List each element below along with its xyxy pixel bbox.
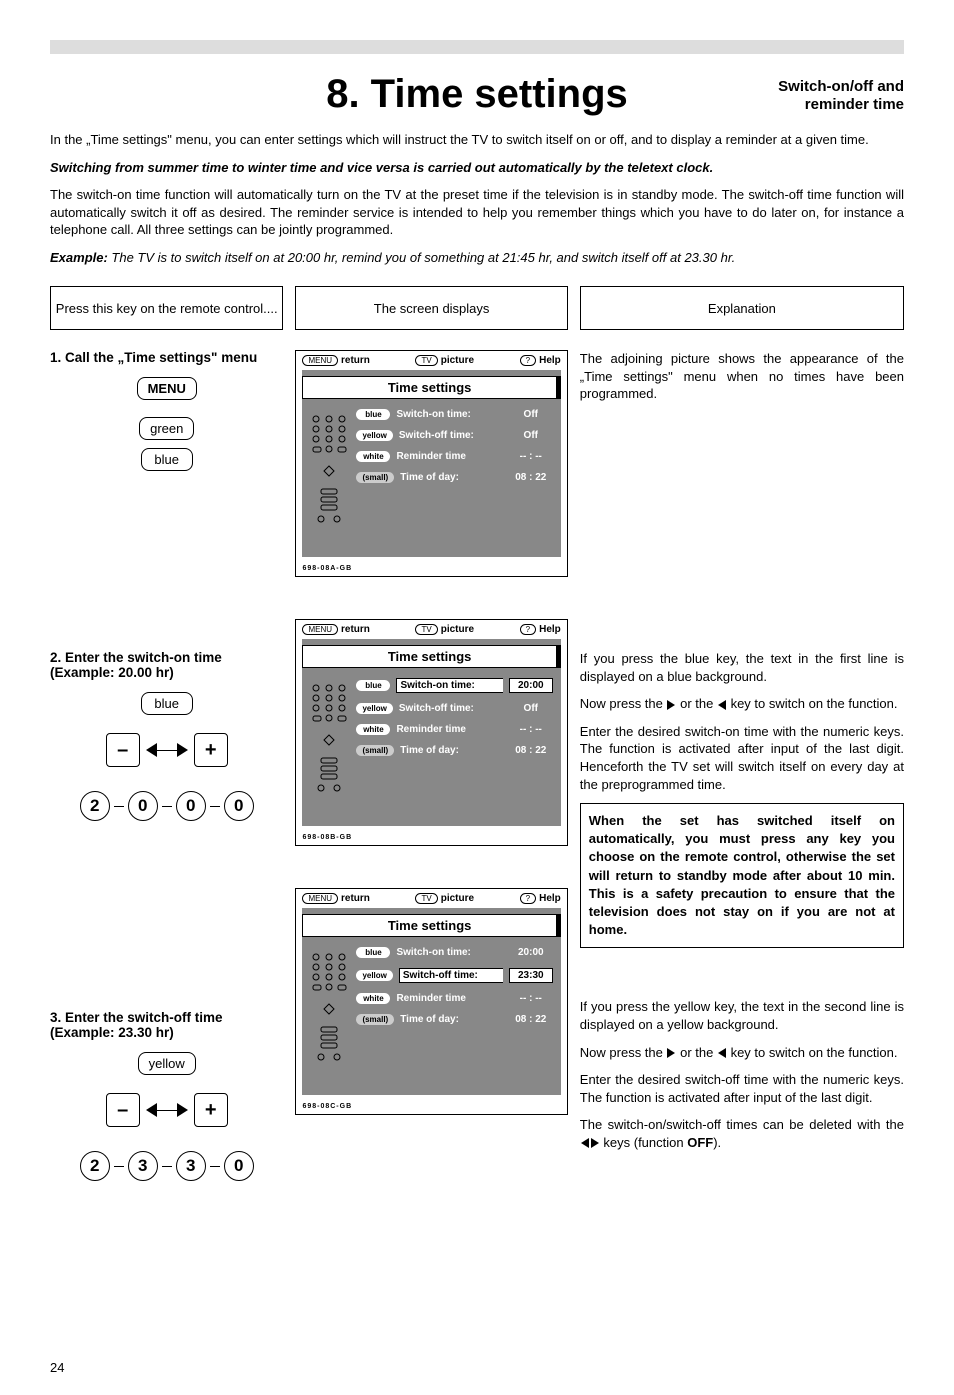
- col-header-mid: The screen displays: [295, 286, 567, 330]
- triangle-left-icon: [581, 1138, 589, 1148]
- digits-row-1: 2 0 0 0: [80, 791, 254, 821]
- exp2b: Now press the or the key to switch on th…: [580, 695, 904, 713]
- plus-button[interactable]: +: [194, 733, 228, 767]
- osd-footer-3: 698-08C-GB: [296, 1101, 566, 1114]
- osd-screen-2: MENU return TV picture ? Help Time setti…: [295, 619, 567, 846]
- exp1: The adjoining picture shows the appearan…: [580, 350, 904, 403]
- plus-minus-row-2: – +: [106, 1093, 228, 1127]
- osd-footer-2: 698-08B-GB: [296, 832, 566, 845]
- remote-icons: [302, 678, 356, 812]
- exp3c: Enter the desired switch-off time with t…: [580, 1071, 904, 1106]
- digit-key[interactable]: 0: [128, 791, 158, 821]
- digit-key[interactable]: 0: [224, 1151, 254, 1181]
- menu-pill: MENU: [302, 355, 338, 366]
- header-bar: [50, 40, 904, 54]
- blue-button-2[interactable]: blue: [141, 692, 193, 715]
- triangle-right-icon: [667, 1048, 675, 1058]
- digit-key[interactable]: 0: [176, 791, 206, 821]
- menu-button[interactable]: MENU: [137, 377, 197, 400]
- triangle-left-icon: [718, 1048, 726, 1058]
- page-subtitle: Switch-on/off and reminder time: [778, 78, 904, 114]
- step2-title: 2. Enter the switch-on time (Example: 20…: [50, 650, 283, 680]
- osd-screen-1: MENU return TV picture ? Help Time setti…: [295, 350, 567, 577]
- digit-key[interactable]: 0: [224, 791, 254, 821]
- col-header-right: Explanation: [580, 286, 904, 330]
- tv-pill: TV: [415, 355, 437, 366]
- step3-title: 3. Enter the switch-off time (Example: 2…: [50, 1010, 283, 1040]
- page-number: 24: [50, 1360, 904, 1375]
- triangle-right-icon: [591, 1138, 599, 1148]
- osd-footer-1: 698-08A-GB: [296, 563, 566, 576]
- intro-p2: Switching from summer time to winter tim…: [50, 159, 904, 177]
- triangle-right-icon: [667, 700, 675, 710]
- page-title: 8. Time settings: [326, 72, 628, 117]
- blue-button[interactable]: blue: [141, 448, 193, 471]
- exp2c: Enter the desired switch-on time with th…: [580, 723, 904, 793]
- triangle-left-icon: [718, 700, 726, 710]
- yellow-button[interactable]: yellow: [138, 1052, 196, 1075]
- osd-screen-3: MENU return TV picture ? Help Time setti…: [295, 888, 567, 1115]
- exp3b: Now press the or the key to switch on th…: [580, 1044, 904, 1062]
- digits-row-2: 2 3 3 0: [80, 1151, 254, 1181]
- plus-button-2[interactable]: +: [194, 1093, 228, 1127]
- triangle-right-icon: [177, 1103, 188, 1117]
- col-header-left: Press this key on the remote control....: [50, 286, 283, 330]
- intro-p3: The switch-on time function will automat…: [50, 186, 904, 239]
- digit-key[interactable]: 3: [128, 1151, 158, 1181]
- warning-box: When the set has switched itself on auto…: [580, 803, 904, 948]
- intro-example: Example: The TV is to switch itself on a…: [50, 249, 904, 267]
- intro-p1: In the „Time settings" menu, you can ent…: [50, 131, 904, 149]
- exp2a: If you press the blue key, the text in t…: [580, 650, 904, 685]
- digit-key[interactable]: 3: [176, 1151, 206, 1181]
- triangle-right-icon: [177, 743, 188, 757]
- osd-title: Time settings: [302, 376, 560, 399]
- triangle-left-icon: [146, 1103, 157, 1117]
- plus-minus-row: – +: [106, 733, 228, 767]
- step1-title: 1. Call the „Time settings" menu: [50, 350, 283, 365]
- remote-icons: [302, 409, 356, 543]
- green-button[interactable]: green: [139, 417, 194, 440]
- help-pill: ?: [520, 355, 536, 366]
- remote-icons: [302, 947, 356, 1081]
- exp3d: The switch-on/switch-off times can be de…: [580, 1116, 904, 1151]
- digit-key[interactable]: 2: [80, 1151, 110, 1181]
- minus-button[interactable]: –: [106, 733, 140, 767]
- exp3a: If you press the yellow key, the text in…: [580, 998, 904, 1033]
- minus-button-2[interactable]: –: [106, 1093, 140, 1127]
- triangle-left-icon: [146, 743, 157, 757]
- digit-key[interactable]: 2: [80, 791, 110, 821]
